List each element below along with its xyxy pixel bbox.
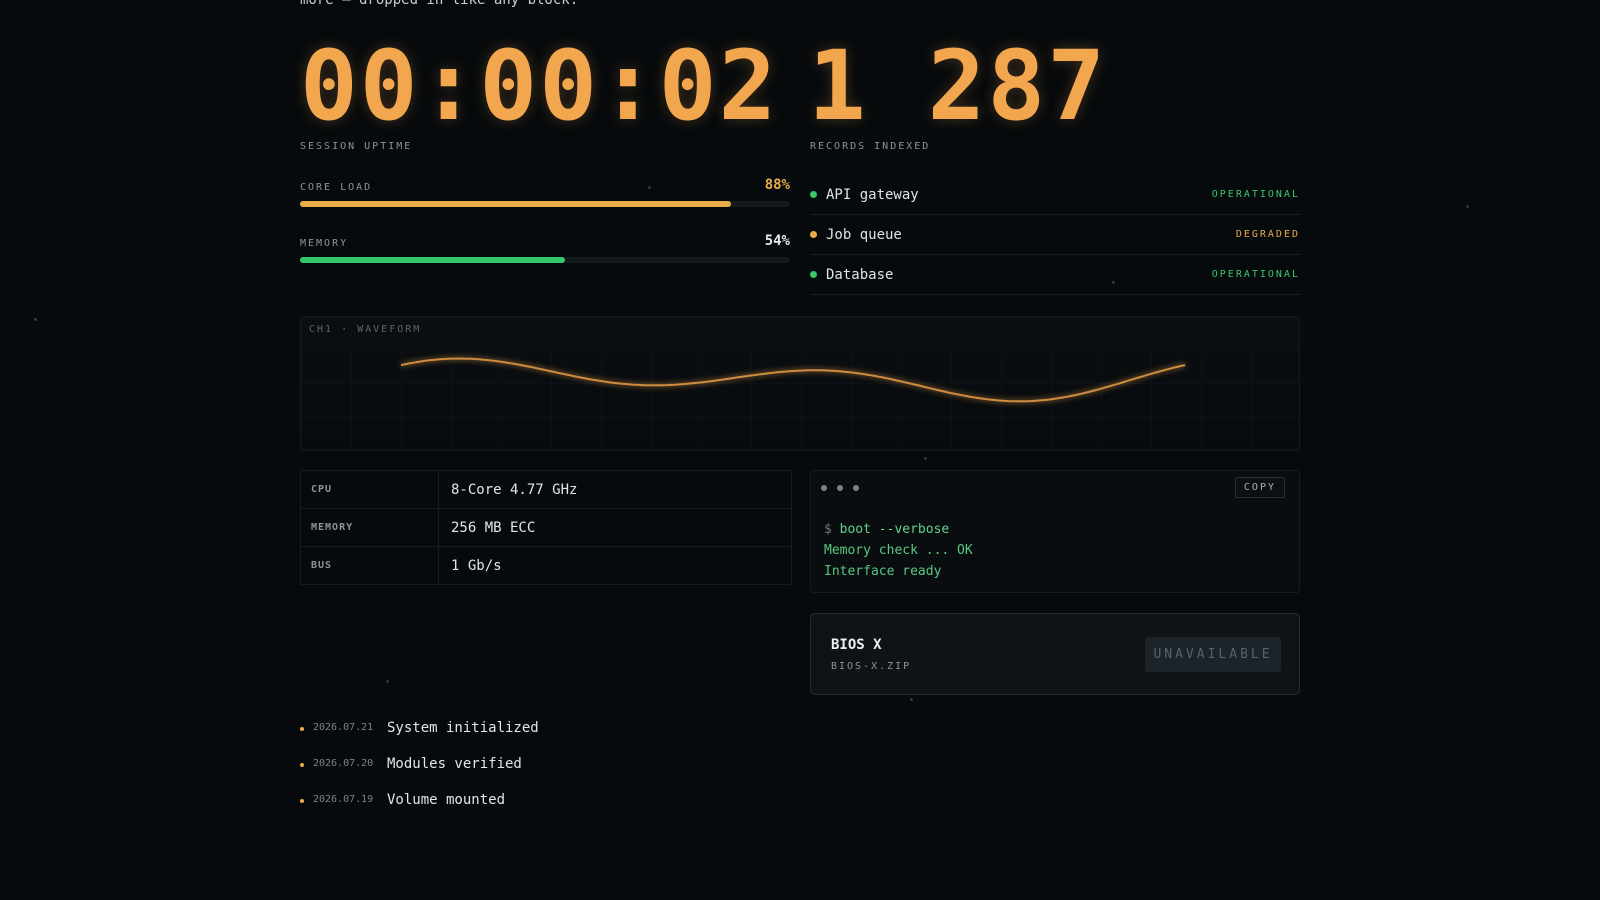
terminal-command: boot --verbose [839, 522, 950, 537]
status-dot-icon [810, 191, 817, 198]
download-card: BIOS X BIOS-X.ZIP UNAVAILABLE [810, 613, 1300, 695]
download-title: BIOS X [831, 637, 882, 653]
log-date: 2026.07.19 [313, 794, 374, 805]
memory-value: 54% [764, 233, 790, 249]
uptime-label: SESSION UPTIME [300, 141, 413, 152]
records-value: 1 287 [808, 30, 1107, 142]
log-bullet-icon [300, 727, 304, 731]
core-load-fill [300, 201, 732, 207]
activity-log: 2026.07.21 System initialized 2026.07.20… [300, 720, 790, 828]
log-text: Modules verified [387, 756, 522, 772]
service-name: API gateway [826, 186, 919, 203]
log-bullet-icon [300, 799, 304, 803]
terminal-prompt: $ [824, 522, 832, 537]
service-state: OPERATIONAL [1211, 189, 1300, 200]
spec-key: BUS [301, 547, 439, 584]
terminal-output: $ boot --verbose Memory check ... OK Int… [824, 519, 973, 582]
service-name: Database [826, 266, 894, 283]
uptime-value: 00:00:02 [300, 30, 779, 142]
spec-table: CPU 8-Core 4.77 GHz MEMORY 256 MB ECC BU… [300, 470, 792, 585]
service-row-database: Database OPERATIONAL [810, 255, 1300, 295]
spec-row-memory: MEMORY 256 MB ECC [301, 509, 791, 547]
log-item: 2026.07.20 Modules verified [300, 756, 790, 792]
status-dot-icon [810, 271, 817, 278]
log-date: 2026.07.21 [313, 722, 374, 733]
terminal-command-line: $ boot --verbose [824, 519, 973, 540]
spec-row-bus: BUS 1 Gb/s [301, 547, 791, 584]
download-filename: BIOS-X.ZIP [831, 661, 912, 672]
core-load-track [300, 201, 790, 207]
memory-fill [300, 257, 565, 263]
intro-text: more — dropped in like any block. [300, 0, 579, 8]
spec-value: 8-Core 4.77 GHz [451, 481, 578, 498]
terminal-line: Memory check ... OK [824, 543, 973, 558]
log-text: Volume mounted [387, 792, 506, 808]
log-text: System initialized [387, 720, 539, 736]
spec-key: CPU [301, 471, 439, 508]
terminal-panel: COPY $ boot --verbose Memory check ... O… [810, 470, 1300, 593]
terminal-line: Interface ready [824, 564, 942, 579]
status-dot-icon [810, 231, 817, 238]
service-row-job-queue: Job queue DEGRADED [810, 215, 1300, 255]
waveform-panel: CH1 · WAVEFORM [300, 316, 1300, 451]
log-date: 2026.07.20 [313, 758, 374, 769]
service-state: DEGRADED [1235, 229, 1300, 240]
core-load-value: 88% [764, 177, 790, 193]
service-row-api-gateway: API gateway OPERATIONAL [810, 175, 1300, 215]
memory-track [300, 257, 790, 263]
spec-value: 1 Gb/s [451, 557, 502, 574]
spec-key: MEMORY [301, 509, 439, 546]
core-load-label: CORE LOAD [300, 182, 373, 193]
window-dots-icon [821, 485, 859, 491]
service-state: OPERATIONAL [1211, 269, 1300, 280]
service-name: Job queue [826, 226, 902, 243]
records-label: RECORDS INDEXED [810, 141, 931, 152]
spec-value: 256 MB ECC [451, 519, 536, 536]
core-load-meter: CORE LOAD 88% [300, 177, 790, 207]
copy-button[interactable]: COPY [1234, 477, 1285, 498]
log-bullet-icon [300, 763, 304, 767]
log-item: 2026.07.19 Volume mounted [300, 792, 790, 828]
log-item: 2026.07.21 System initialized [300, 720, 790, 756]
memory-meter: MEMORY 54% [300, 233, 790, 263]
spec-row-cpu: CPU 8-Core 4.77 GHz [301, 471, 791, 509]
waveform-line [400, 357, 1186, 403]
memory-label: MEMORY [300, 238, 349, 249]
download-button[interactable]: UNAVAILABLE [1145, 637, 1281, 672]
waveform-plot [400, 357, 1186, 403]
service-status-list: API gateway OPERATIONAL Job queue DEGRAD… [810, 175, 1300, 295]
